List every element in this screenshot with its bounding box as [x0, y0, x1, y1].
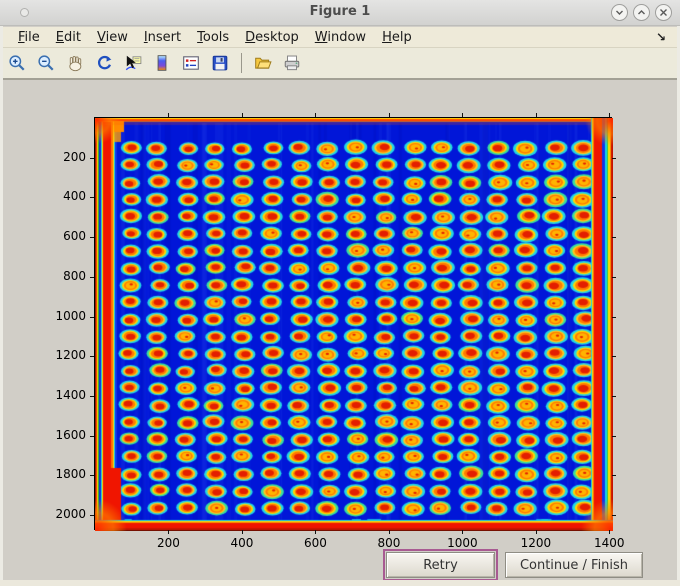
save-icon: [212, 55, 228, 71]
titlebar: Figure 1: [0, 0, 680, 26]
menu-file[interactable]: File: [10, 28, 48, 47]
y-tick-mark: [612, 475, 616, 477]
y-tick-mark: [612, 276, 616, 278]
x-tick-label: 200: [157, 536, 180, 550]
y-tick-mark: [90, 197, 94, 199]
y-tick-label: 1600: [55, 427, 86, 442]
window-title: Figure 1: [309, 4, 371, 19]
x-tick-mark: [168, 530, 170, 534]
y-tick-mark: [90, 276, 94, 278]
x-tick-mark: [315, 113, 317, 117]
window-border-left: [0, 26, 3, 586]
y-tick-mark: [90, 237, 94, 239]
menu-desktop[interactable]: Desktop: [237, 28, 307, 47]
menu-window[interactable]: Window: [307, 28, 374, 47]
y-tick-mark: [612, 157, 616, 159]
y-tick-mark: [90, 157, 94, 159]
y-tick-mark: [612, 435, 616, 437]
y-tick-mark: [90, 475, 94, 477]
colorbar-button[interactable]: [151, 52, 173, 74]
y-tick-label: 2000: [55, 507, 86, 522]
continue-finish-button[interactable]: Continue / Finish: [505, 552, 643, 578]
x-tick-label: 800: [377, 536, 401, 550]
close-button[interactable]: [655, 4, 672, 21]
y-tick-mark: [90, 395, 94, 397]
y-tick-label: 1800: [55, 467, 86, 482]
x-tick-mark: [462, 530, 464, 534]
x-tick-mark: [168, 113, 170, 117]
menu-help[interactable]: Help: [374, 28, 420, 47]
y-tick-mark: [612, 237, 616, 239]
x-tick-mark: [388, 113, 390, 117]
x-tick-label: 1000: [447, 536, 478, 550]
window-border-bottom: [0, 580, 680, 586]
data-cursor-button[interactable]: [122, 52, 144, 74]
y-tick-label: 600: [63, 229, 86, 244]
y-tick-label: 1200: [55, 348, 86, 363]
y-tick-label: 1000: [55, 308, 86, 323]
y-tick-mark: [612, 197, 616, 199]
chevron-down-icon: [616, 10, 623, 15]
legend-icon: [183, 56, 199, 70]
x-tick-mark: [241, 113, 243, 117]
y-tick-mark: [90, 515, 94, 517]
y-tick-mark: [612, 316, 616, 318]
zoom-in-button[interactable]: [6, 52, 28, 74]
menu-insert[interactable]: Insert: [136, 28, 189, 47]
print-icon: [284, 55, 300, 71]
x-tick-label: 600: [303, 536, 327, 550]
print-button[interactable]: [281, 52, 303, 74]
dock-figure-icon[interactable]: ↘: [656, 30, 666, 44]
y-tick-mark: [612, 356, 616, 358]
toolbar-separator: [241, 53, 242, 73]
x-tick-mark: [462, 113, 464, 117]
menu-edit[interactable]: Edit: [48, 28, 89, 47]
pan-button[interactable]: [64, 52, 86, 74]
retry-button[interactable]: Retry: [383, 549, 498, 581]
axes: 200 400 600 800 1000 1200 1400 200 400 600 800 1000…: [55, 113, 625, 550]
y-tick-mark: [90, 316, 94, 318]
data-cursor-icon: [125, 55, 142, 71]
zoom-out-button[interactable]: [35, 52, 57, 74]
zoom-out-icon: [38, 55, 54, 71]
y-tick-mark: [90, 435, 94, 437]
zoom-in-icon: [9, 55, 25, 71]
y-tick-label: 200: [63, 149, 86, 164]
figure-window: Figure 1 File Edit View Insert Tools Des…: [0, 0, 680, 586]
chevron-up-icon: [638, 10, 645, 15]
open-folder-icon: [255, 57, 272, 69]
y-tick-mark: [612, 395, 616, 397]
menu-view[interactable]: View: [89, 28, 136, 47]
rotate-3d-icon: [97, 55, 112, 70]
toolbar: [0, 48, 680, 80]
y-tick-label: 800: [63, 268, 86, 283]
x-tick-mark: [535, 113, 537, 117]
legend-button[interactable]: [180, 52, 202, 74]
y-tick-mark: [90, 356, 94, 358]
x-tick-label: 400: [230, 536, 254, 550]
x-tick-mark: [609, 113, 611, 117]
x-tick-mark: [388, 530, 390, 534]
minimize-button[interactable]: [611, 4, 628, 21]
x-tick-label: 1200: [520, 536, 552, 550]
figure-canvas: 200 400 600 800 1000 1200 1400 200 400 600 800 1000…: [0, 80, 680, 586]
pan-hand-icon: [69, 56, 82, 72]
save-button[interactable]: [209, 52, 231, 74]
close-icon: [660, 9, 667, 16]
x-tick-mark: [609, 530, 611, 534]
y-tick-label: 400: [63, 189, 86, 204]
rotate-3d-button[interactable]: [93, 52, 115, 74]
colorbar-icon: [157, 55, 167, 71]
x-tick-mark: [535, 530, 537, 534]
menubar: File Edit View Insert Tools Desktop Wind…: [0, 27, 680, 48]
x-tick-mark: [315, 530, 317, 534]
x-tick-label: 1400: [594, 536, 625, 550]
y-tick-label: 1400: [55, 387, 86, 402]
maximize-button[interactable]: [633, 4, 650, 21]
heatmap-image[interactable]: [95, 118, 613, 531]
menu-tools[interactable]: Tools: [189, 28, 237, 47]
open-button[interactable]: [252, 52, 274, 74]
y-tick-mark: [612, 515, 616, 517]
x-tick-mark: [241, 530, 243, 534]
